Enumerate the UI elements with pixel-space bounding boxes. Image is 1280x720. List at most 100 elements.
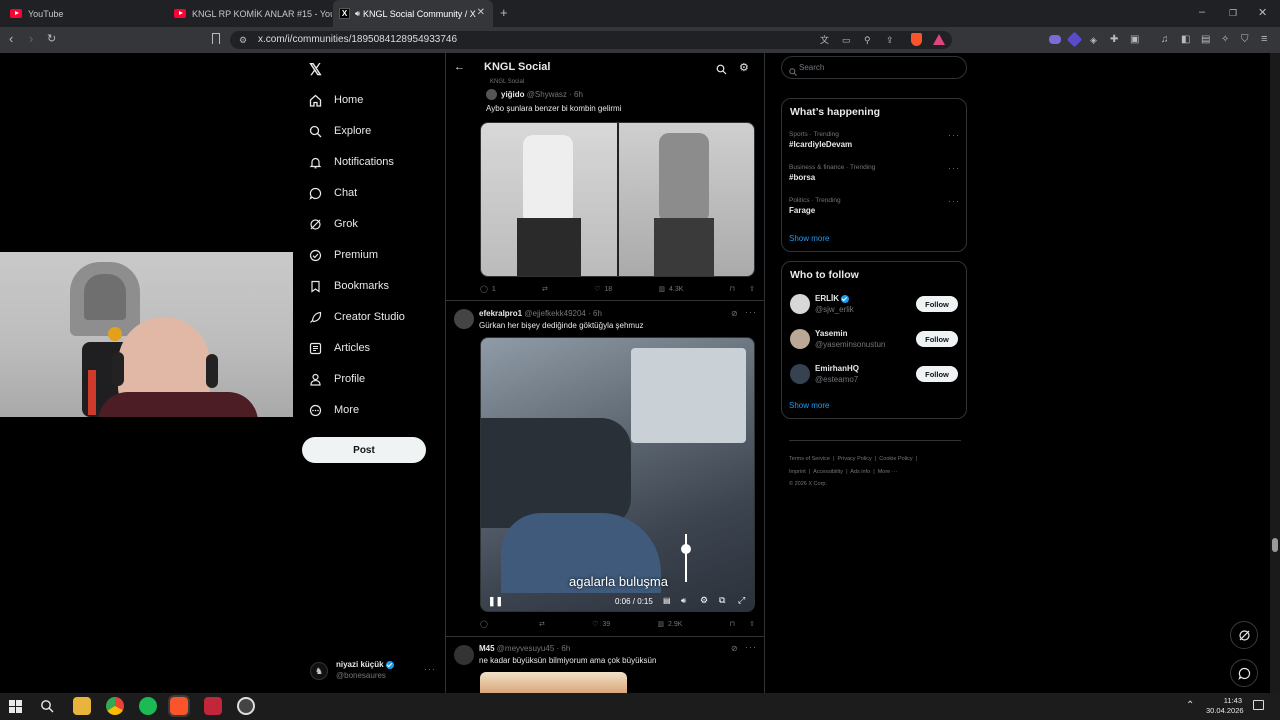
avatar[interactable]: [486, 89, 497, 100]
tray-chevron-icon[interactable]: ⌃: [1186, 700, 1194, 711]
share-icon[interactable]: ⇪: [886, 34, 894, 46]
menu-icon[interactable]: ≡: [1261, 33, 1267, 45]
post-image[interactable]: [480, 672, 627, 693]
nav-bookmarks[interactable]: Bookmarks: [308, 275, 389, 297]
video-player[interactable]: agalarla buluşma ❚❚ 0:06 / 0:15 ▤ 🔊︎ ⚙ ⧉…: [480, 337, 755, 612]
avatar[interactable]: [454, 309, 474, 329]
captions-icon[interactable]: ▤: [663, 596, 671, 605]
post-author-line[interactable]: efekralpro1 @ejjefkekk49204 · 6h: [479, 309, 602, 318]
trend-item[interactable]: Politics · Trending Farage: [789, 197, 841, 215]
follow-button[interactable]: Follow: [916, 331, 958, 347]
volume-icon[interactable]: 🔊︎: [681, 596, 686, 606]
extension-icon[interactable]: [1049, 35, 1061, 44]
close-tab-icon[interactable]: ✕: [477, 7, 485, 18]
fullscreen-icon[interactable]: ⤢: [738, 595, 745, 606]
search-icon[interactable]: [40, 699, 54, 718]
follow-suggestion[interactable]: EmirhanHQ @esteamo7: [815, 364, 859, 384]
bookmark-page-icon[interactable]: [212, 33, 220, 44]
views-button[interactable]: ▥ 2.9K: [657, 620, 682, 629]
spotify-icon[interactable]: [139, 697, 157, 715]
follow-button[interactable]: Follow: [916, 366, 958, 382]
clock[interactable]: 11:43 30.04.2026: [1206, 696, 1244, 716]
footer-link[interactable]: Terms of Service: [789, 456, 830, 462]
nav-home[interactable]: Home: [308, 89, 363, 111]
nav-explore[interactable]: Explore: [308, 120, 371, 142]
nav-more[interactable]: More: [308, 399, 359, 421]
footer-link[interactable]: More ···: [878, 469, 898, 475]
url-text[interactable]: x.com/i/communities/1895084128954933746: [258, 34, 457, 45]
page-scrollbar[interactable]: [1270, 53, 1280, 693]
account-name[interactable]: niyazi küçük: [336, 660, 394, 669]
browser-tab-youtube[interactable]: YouTube: [6, 0, 166, 27]
brave-icon[interactable]: [168, 695, 190, 717]
trend-menu-icon[interactable]: ···: [948, 163, 960, 173]
avatar[interactable]: [454, 645, 474, 665]
grok-icon[interactable]: ⊘: [731, 644, 738, 653]
bookmark-button[interactable]: ⊓ ⇧: [730, 620, 755, 628]
post-menu-icon[interactable]: ···: [745, 642, 757, 652]
obs-icon[interactable]: [237, 697, 255, 715]
bookmark-button[interactable]: ⊓ ⇧: [730, 285, 755, 293]
repost-button[interactable]: ⇄: [542, 285, 548, 293]
avatar[interactable]: [790, 294, 810, 314]
browser-tab-x-community[interactable]: X 🔊︎ KNGL Social Community / X ✕: [333, 0, 493, 27]
windows-start-icon[interactable]: [9, 700, 22, 718]
reply-button[interactable]: ◯: [480, 620, 492, 628]
video-settings-icon[interactable]: ⚙: [700, 595, 708, 606]
post-menu-icon[interactable]: ···: [745, 307, 757, 317]
footer-link[interactable]: Imprint: [789, 469, 806, 475]
follow-suggestion[interactable]: ERLİK @sjw_erlik: [815, 294, 854, 314]
post-author-line[interactable]: M45 @meyvesuyu45 · 6h: [479, 644, 570, 653]
volume-slider-handle[interactable]: [681, 544, 691, 554]
footer-link[interactable]: Ads info: [850, 469, 870, 475]
file-explorer-icon[interactable]: [73, 697, 91, 715]
x-logo-icon[interactable]: 𝕏: [309, 60, 322, 80]
notification-center-icon[interactable]: [1253, 700, 1264, 710]
repost-button[interactable]: ⇄: [539, 620, 545, 628]
scrollbar-thumb[interactable]: [1272, 538, 1278, 552]
follow-suggestion[interactable]: Yasemin @yaseminsonustun: [815, 329, 885, 349]
zoom-icon[interactable]: ⚲: [864, 34, 871, 46]
share-icon[interactable]: ⇧: [749, 285, 755, 293]
like-button[interactable]: ♡ 18: [594, 285, 612, 294]
nav-creator-studio[interactable]: Creator Studio: [308, 306, 405, 328]
chrome-icon[interactable]: [106, 697, 124, 715]
pause-icon[interactable]: ❚❚: [488, 596, 503, 607]
nav-notifications[interactable]: Notifications: [308, 151, 394, 173]
media-icon[interactable]: ♫: [1161, 34, 1169, 46]
browser-tab-kngl-video[interactable]: KNGL RP KOMİK ANLAR #15 - YouTu: [170, 0, 332, 27]
trend-menu-icon[interactable]: ···: [948, 130, 960, 140]
footer-link[interactable]: Accessibility: [813, 469, 843, 475]
new-tab-icon[interactable]: +: [500, 6, 508, 19]
cast-icon[interactable]: ▭: [842, 34, 851, 46]
like-button[interactable]: ♡ 39: [592, 620, 610, 629]
picture-in-picture-icon[interactable]: ⧉: [719, 595, 725, 606]
nav-articles[interactable]: Articles: [308, 337, 370, 359]
search-icon[interactable]: [716, 62, 727, 80]
views-button[interactable]: ▥ 4.3K: [658, 285, 683, 294]
trend-item[interactable]: Business & finance · Trending #borsa: [789, 164, 875, 182]
translate-icon[interactable]: 文: [820, 34, 829, 46]
leo-ai-icon[interactable]: ✧: [1221, 34, 1229, 46]
grok-float-button[interactable]: [1230, 621, 1258, 649]
avatar[interactable]: [790, 329, 810, 349]
nav-premium[interactable]: Premium: [308, 244, 378, 266]
post-author-line[interactable]: yiğido @Shywasz · 6h: [501, 90, 583, 99]
forward-icon[interactable]: ›: [29, 32, 33, 45]
account-menu-icon[interactable]: ···: [424, 664, 436, 674]
brave-shields-icon[interactable]: [911, 33, 922, 46]
show-more-link[interactable]: Show more: [789, 401, 829, 410]
brave-rewards-icon[interactable]: [933, 34, 945, 45]
footer-link[interactable]: Privacy Policy: [838, 456, 872, 462]
avatar[interactable]: [790, 364, 810, 384]
screenshot-icon[interactable]: ▣: [1130, 34, 1139, 46]
trend-item[interactable]: Sports · Trending #IcardiyleDevam: [789, 131, 852, 149]
puzzle-icon[interactable]: ✚: [1110, 34, 1118, 46]
sidebar-icon[interactable]: ◧: [1181, 34, 1190, 46]
avatar[interactable]: ♞: [310, 662, 328, 680]
nav-profile[interactable]: Profile: [308, 368, 365, 390]
trend-menu-icon[interactable]: ···: [948, 196, 960, 206]
restore-icon[interactable]: ❐: [1229, 7, 1237, 19]
back-arrow-icon[interactable]: ←: [454, 61, 465, 73]
volume-slider-track[interactable]: [685, 534, 687, 582]
